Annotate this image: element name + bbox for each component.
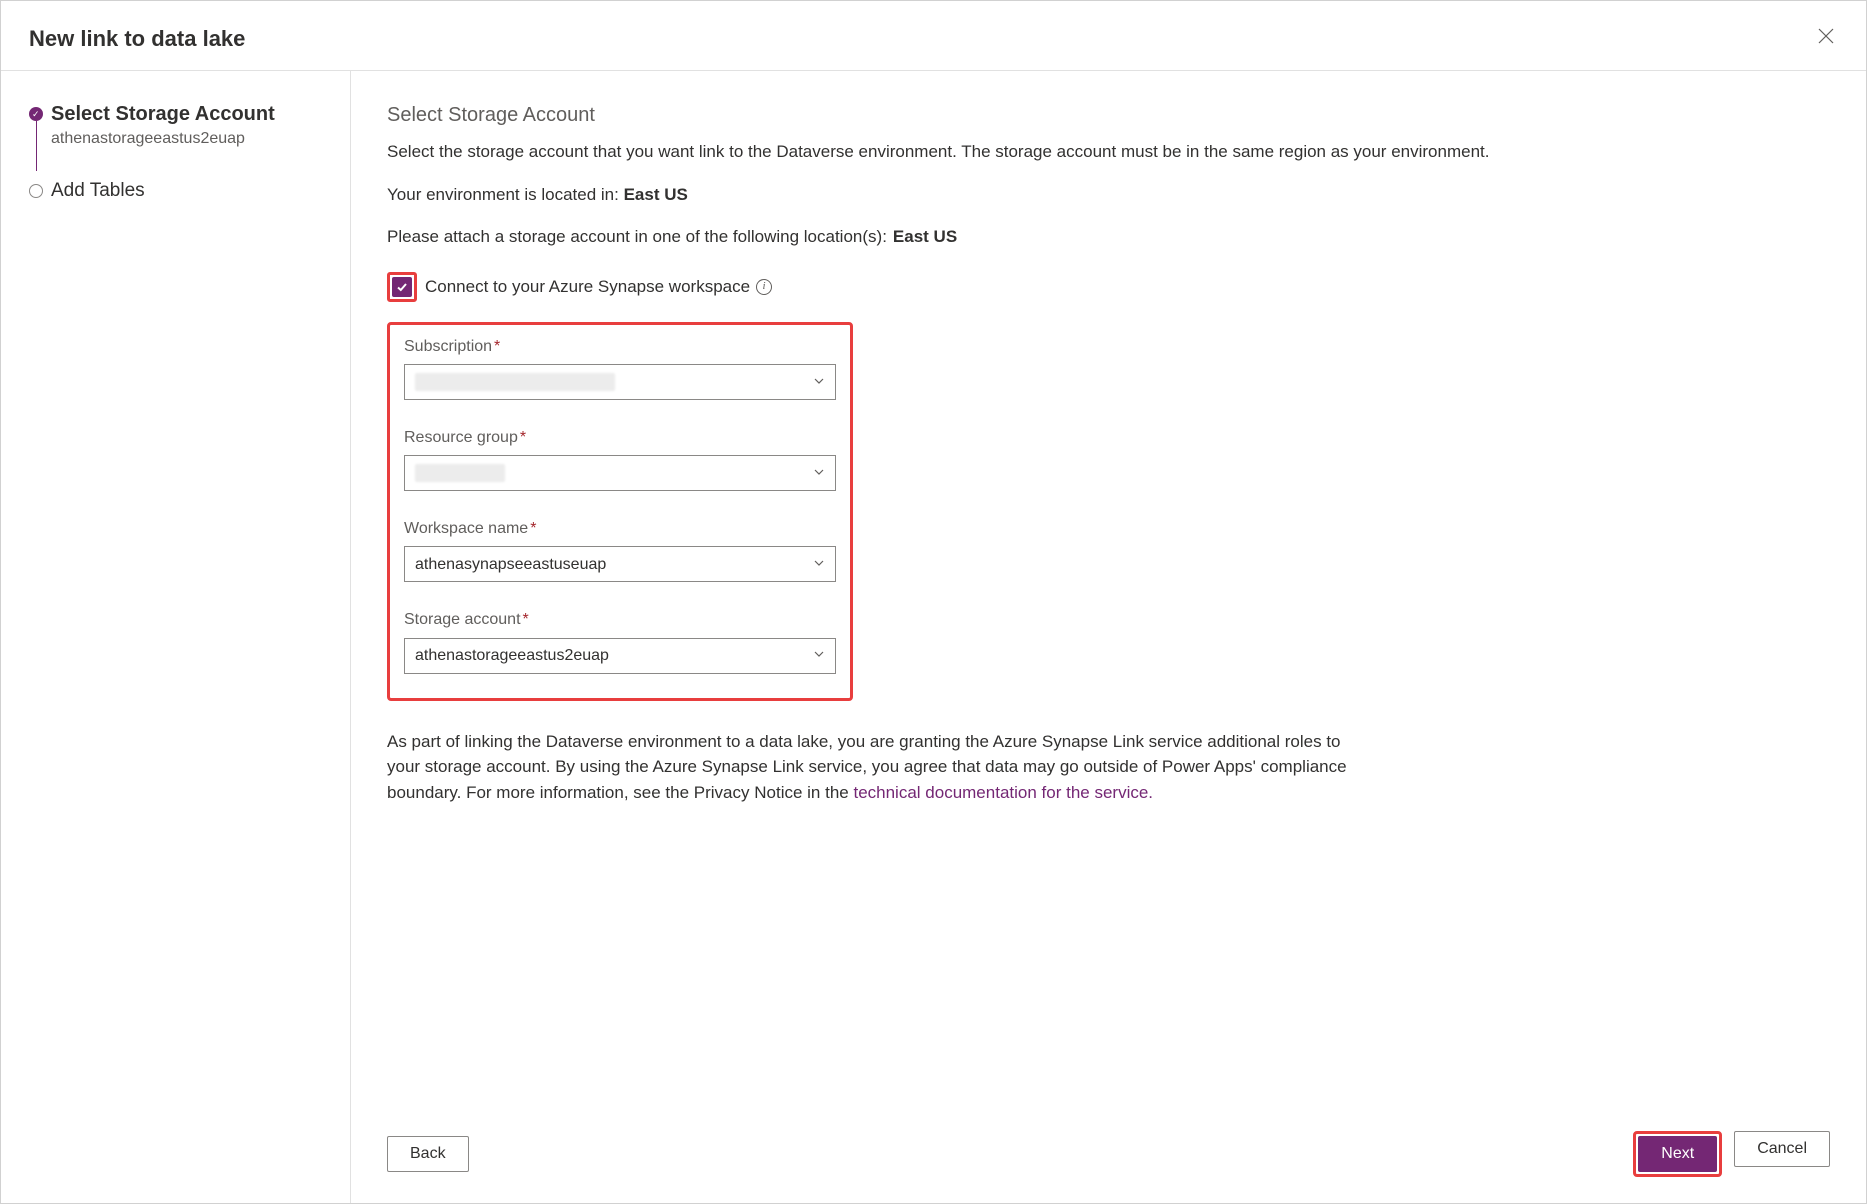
section-title: Select Storage Account <box>387 101 1830 130</box>
attach-location-line: Please attach a storage account in one o… <box>387 225 1830 250</box>
workspace-dropdown[interactable]: athenasynapseeastuseuap <box>404 546 836 582</box>
technical-documentation-link[interactable]: technical documentation for the service. <box>853 783 1153 802</box>
dialog-panel: New link to data lake Select Storage Acc… <box>0 0 1867 1204</box>
synapse-checkbox-row: Connect to your Azure Synapse workspace … <box>387 272 1830 302</box>
step-connector <box>36 121 38 171</box>
chevron-down-icon <box>813 371 825 394</box>
highlight-box: Next <box>1633 1131 1722 1177</box>
close-icon[interactable] <box>1814 23 1838 54</box>
redacted-value <box>415 464 505 482</box>
next-button[interactable]: Next <box>1638 1136 1717 1172</box>
step-subtitle: athenastorageeastus2euap <box>51 130 328 148</box>
main-content: Select Storage Account Select the storag… <box>351 71 1866 1113</box>
synapse-form-block: Subscription* Resource group* <box>387 322 853 701</box>
step-title: Add Tables <box>51 180 328 202</box>
dropdown-value: athenasynapseeastuseuap <box>415 553 606 576</box>
checkbox-checked-icon[interactable] <box>392 277 412 297</box>
circle-icon <box>29 184 43 198</box>
field-label: Subscription* <box>404 335 836 358</box>
cancel-button[interactable]: Cancel <box>1734 1131 1830 1167</box>
field-workspace-name: Workspace name* athenasynapseeastuseuap <box>404 517 836 582</box>
step-add-tables[interactable]: Add Tables <box>29 180 328 202</box>
step-select-storage[interactable]: Select Storage Account athenastorageeast… <box>29 103 328 148</box>
highlight-box <box>387 272 417 302</box>
dialog-title: New link to data lake <box>29 26 245 52</box>
env-prefix: Your environment is located in: <box>387 185 624 204</box>
attach-region: East US <box>893 227 957 246</box>
checkbox-label: Connect to your Azure Synapse workspace <box>425 275 750 300</box>
check-circle-icon <box>29 107 43 121</box>
dialog-header: New link to data lake <box>1 1 1866 71</box>
field-storage-account: Storage account* athenastorageeastus2eua… <box>404 608 836 673</box>
field-resource-group: Resource group* <box>404 426 836 491</box>
redacted-value <box>415 373 615 391</box>
resource-group-dropdown[interactable] <box>404 455 836 491</box>
field-label: Resource group* <box>404 426 836 449</box>
subscription-dropdown[interactable] <box>404 364 836 400</box>
env-region: East US <box>624 185 688 204</box>
dropdown-value: athenastorageeastus2euap <box>415 644 609 667</box>
disclosure-text: As part of linking the Dataverse environ… <box>387 729 1347 806</box>
step-title: Select Storage Account <box>51 103 328 126</box>
storage-account-dropdown[interactable]: athenastorageeastus2euap <box>404 638 836 674</box>
dialog-body: Select Storage Account athenastorageeast… <box>1 71 1866 1203</box>
info-icon[interactable]: i <box>756 279 772 295</box>
field-label: Storage account* <box>404 608 836 631</box>
section-description: Select the storage account that you want… <box>387 140 1830 165</box>
back-button[interactable]: Back <box>387 1136 469 1172</box>
button-bar: Back Next Cancel <box>351 1113 1866 1203</box>
field-subscription: Subscription* <box>404 335 836 400</box>
attach-prefix: Please attach a storage account in one o… <box>387 227 887 246</box>
chevron-down-icon <box>813 462 825 485</box>
chevron-down-icon <box>813 553 825 576</box>
chevron-down-icon <box>813 644 825 667</box>
field-label: Workspace name* <box>404 517 836 540</box>
environment-location-line: Your environment is located in: East US <box>387 183 1830 208</box>
wizard-steps-sidebar: Select Storage Account athenastorageeast… <box>1 71 351 1203</box>
